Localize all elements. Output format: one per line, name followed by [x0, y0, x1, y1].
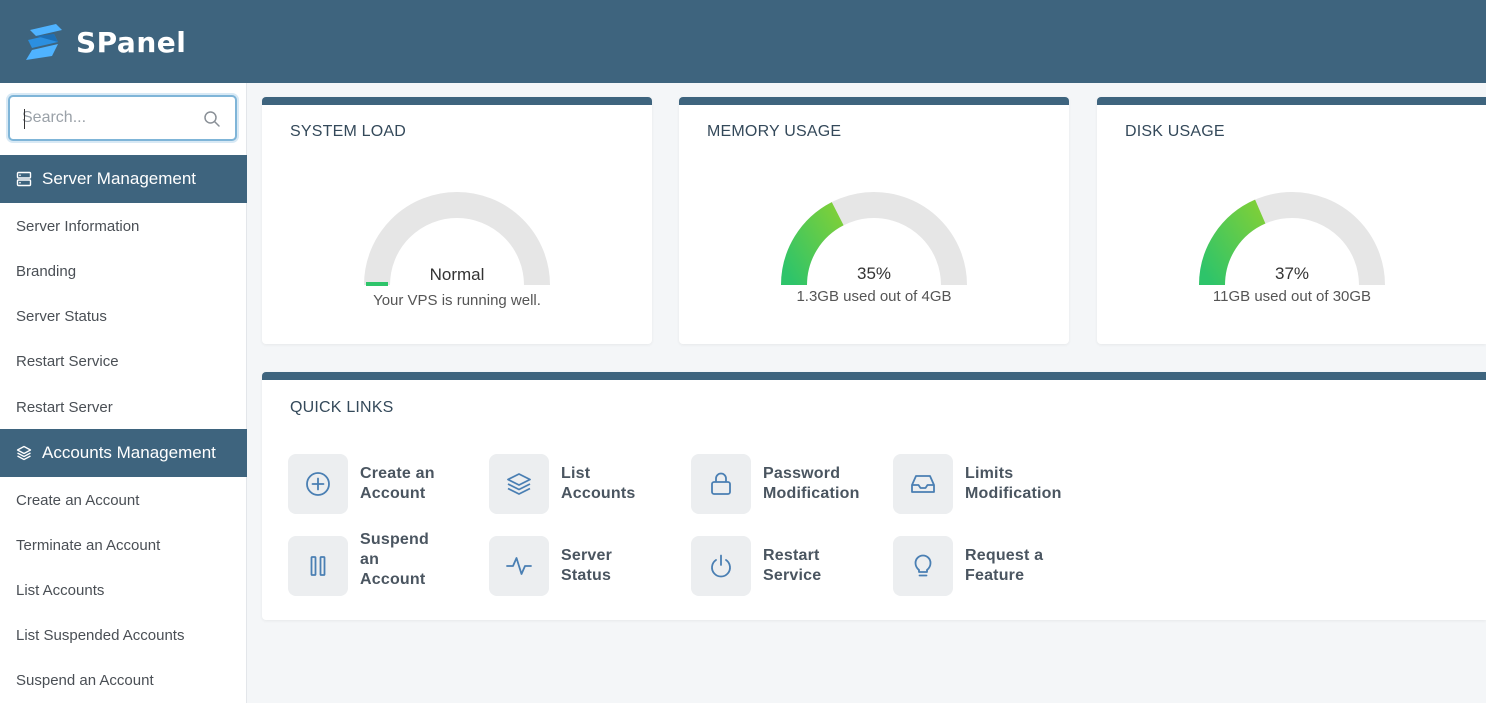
quick-link-password-modification[interactable]: Password Modification	[691, 454, 873, 514]
sidebar-item-restart-service[interactable]: Restart Service	[16, 353, 119, 370]
card-title: SYSTEM LOAD	[290, 123, 407, 140]
quick-link-label: Feature	[965, 567, 1025, 584]
quick-link-label: Account	[360, 485, 426, 502]
quick-link-limits-modification[interactable]: Limits Modification	[893, 454, 1075, 514]
sidebar-item-branding[interactable]: Branding	[16, 263, 76, 280]
sidebar-item-server-information[interactable]: Server Information	[16, 218, 139, 235]
quick-link-label: Modification	[763, 485, 860, 502]
text-caret	[24, 109, 25, 129]
card-title: MEMORY USAGE	[707, 123, 842, 140]
sidebar-section-label: Accounts Management	[42, 443, 216, 462]
top-bar: SPanel	[0, 0, 1486, 83]
quick-link-label: Accounts	[561, 485, 636, 502]
memory-usage-card: MEMORY USAGE 35% 1.3GB used out of 4GB	[679, 97, 1069, 344]
search-icon[interactable]	[203, 110, 221, 128]
quick-links-card: QUICK LINKS Create an Account List Accou…	[262, 372, 1486, 620]
sidebar: Server Management Server Information Bra…	[0, 83, 247, 703]
layers-icon	[507, 473, 531, 495]
system-load-card: SYSTEM LOAD Normal Your VPS is running w…	[262, 97, 652, 344]
sidebar-section-label: Server Management	[42, 169, 197, 188]
quick-link-label: Limits	[965, 465, 1014, 482]
quick-link-label: Password	[763, 465, 841, 482]
inbox-icon	[911, 475, 935, 493]
sidebar-item-suspend-account[interactable]: Suspend an Account	[16, 672, 154, 689]
search-box[interactable]	[8, 95, 237, 141]
sidebar-item-terminate-account[interactable]: Terminate an Account	[16, 537, 160, 554]
spanel-logo-icon	[26, 24, 62, 60]
quick-link-list-accounts[interactable]: List Accounts	[489, 454, 671, 514]
brand-logo[interactable]: SPanel	[22, 22, 186, 62]
card-title: DISK USAGE	[1125, 123, 1225, 140]
quick-link-label: Status	[561, 567, 612, 584]
layers-icon	[16, 445, 32, 461]
sidebar-section-accounts-management[interactable]: Accounts Management	[0, 429, 247, 477]
search-input[interactable]	[22, 107, 192, 129]
sidebar-item-list-accounts[interactable]: List Accounts	[16, 582, 104, 599]
quick-link-label: Suspend	[360, 531, 429, 548]
quick-link-restart-service[interactable]: Restart Service	[691, 536, 873, 596]
quick-link-suspend-account[interactable]: Suspend an Account	[288, 531, 470, 596]
gauge-subtitle: 11GB used out of 30GB	[1212, 288, 1372, 305]
brand-name: SPanel	[76, 25, 187, 59]
server-icon	[16, 171, 32, 187]
activity-icon	[506, 557, 532, 575]
sidebar-item-server-status[interactable]: Server Status	[16, 308, 107, 325]
quick-link-label: Account	[360, 571, 426, 588]
lightbulb-icon	[914, 554, 932, 577]
sidebar-item-create-account[interactable]: Create an Account	[16, 492, 139, 509]
gauge-value: Normal	[429, 265, 485, 284]
lock-icon	[711, 472, 731, 495]
quick-link-label: Service	[763, 567, 822, 584]
quick-link-label: Modification	[965, 485, 1062, 502]
quick-link-label: Create an	[360, 465, 435, 482]
card-title: QUICK LINKS	[290, 399, 394, 416]
sidebar-section-server-management[interactable]: Server Management	[0, 155, 247, 203]
quick-link-server-status[interactable]: Server Status	[489, 536, 671, 596]
quick-link-label: an	[360, 551, 380, 568]
pause-icon	[310, 556, 326, 576]
quick-link-label: Restart	[763, 547, 820, 564]
sidebar-item-restart-server[interactable]: Restart Server	[16, 399, 113, 416]
plus-circle-icon	[306, 472, 330, 496]
gauge-subtitle: 1.3GB used out of 4GB	[796, 288, 952, 305]
gauge-subtitle: Your VPS is running well.	[373, 292, 541, 309]
disk-usage-card: DISK USAGE 37% 11GB used out of 30GB	[1097, 97, 1486, 344]
quick-link-label: List	[561, 465, 591, 482]
gauge-value: 37%	[1274, 264, 1310, 283]
power-icon	[711, 554, 731, 578]
gauge-value: 35%	[856, 264, 892, 283]
quick-link-label: Server	[561, 547, 613, 564]
quick-link-create-account[interactable]: Create an Account	[288, 454, 470, 514]
sidebar-item-list-suspended-accounts[interactable]: List Suspended Accounts	[16, 627, 184, 644]
quick-link-label: Request a	[965, 547, 1044, 564]
quick-link-request-feature[interactable]: Request a Feature	[893, 536, 1075, 596]
